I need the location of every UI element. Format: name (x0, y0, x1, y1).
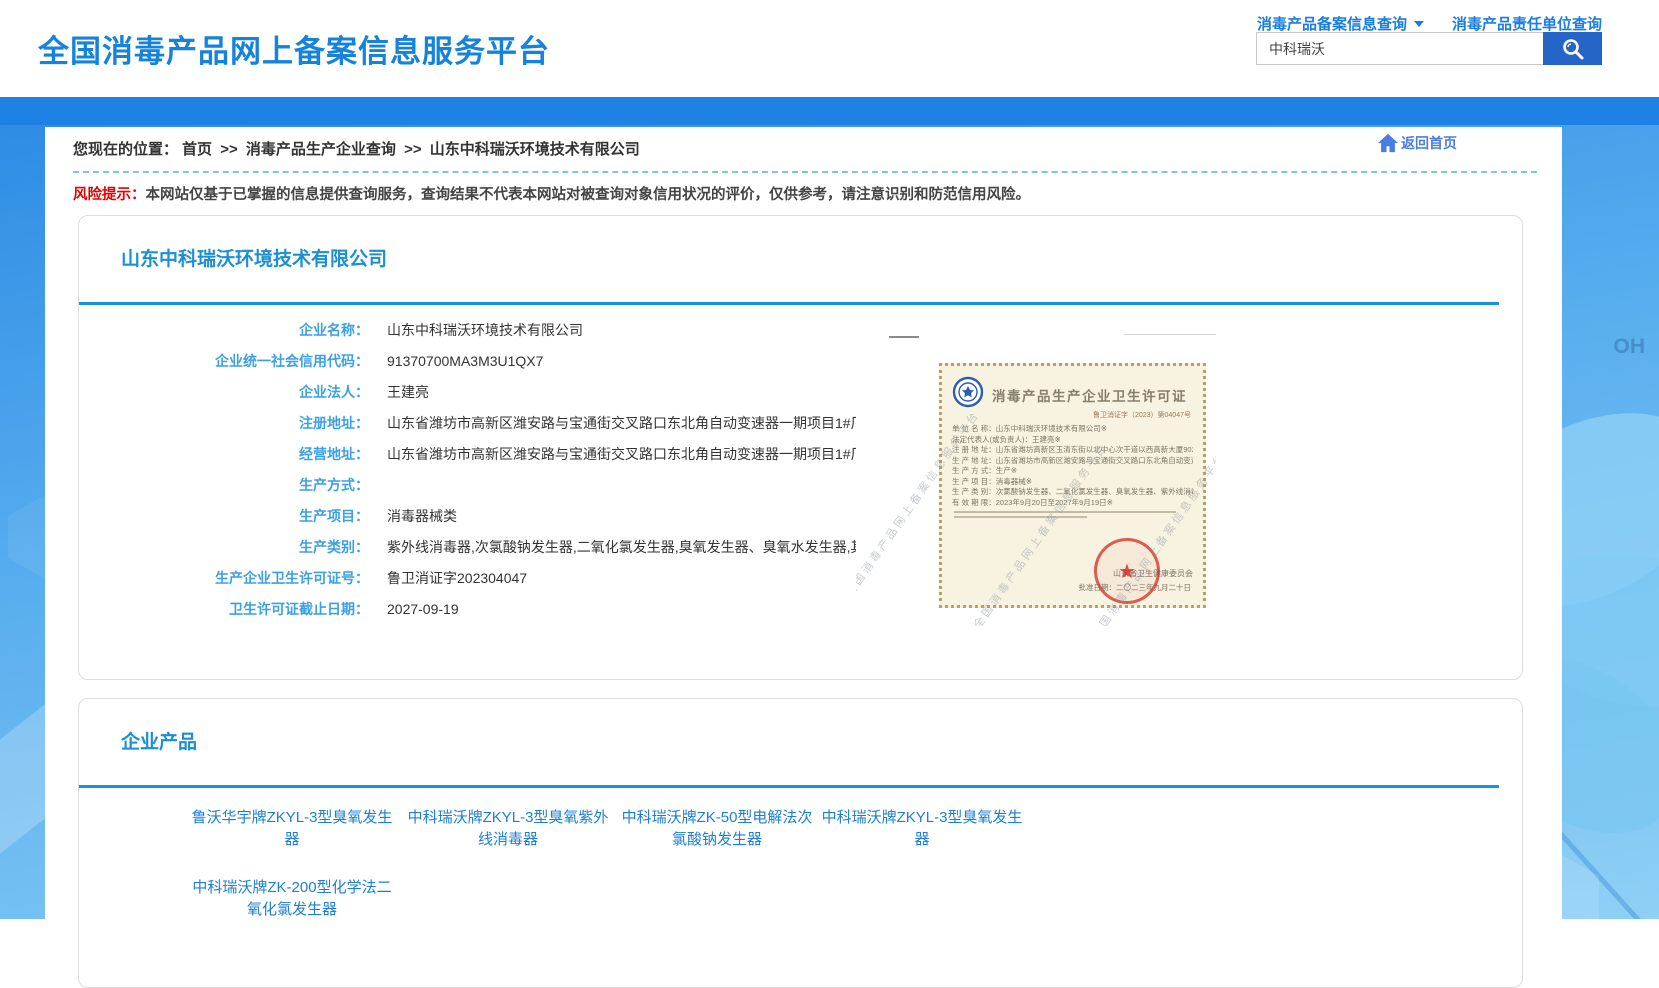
breadcrumb: 您现在的位置：首页 >> 消毒产品生产企业查询 >> 山东中科瑞沃环境技术有限公… (73, 138, 644, 159)
company-fields: 企业名称： 山东中科瑞沃环境技术有限公司 企业统一社会信用代码： 9137070… (79, 315, 1522, 625)
page-header: 全国消毒产品网上备案信息服务平台 消毒产品备案信息查询 消毒产品责任单位查询 (0, 0, 1659, 97)
certificate-line: 生 产 类 别：次氯酸钠发生器、二氧化氯发生器、臭氧发生器、紫外线消毒器※ (952, 487, 1193, 498)
field-row: 生产企业卫生许可证号： 鲁卫消证字202304047 (79, 563, 1522, 594)
field-row: 生产类别： 紫外线消毒器,次氯酸钠发生器,二氧化氯发生器,臭氧发生器、臭氧水发生… (79, 532, 1522, 563)
product-link[interactable]: 中科瑞沃牌ZKYL-3型臭氧发生器 (819, 807, 1025, 851)
certificate-line: 有 效 期 限：2023年9月20日至2027年9月19日※ (952, 498, 1193, 509)
certificate-line: 生 产 项 目：消毒器械※ (952, 477, 1193, 488)
field-row: 卫生许可证截止日期： 2027-09-19 (79, 594, 1522, 625)
field-row: 企业名称： 山东中科瑞沃环境技术有限公司 (79, 315, 1522, 346)
field-label: 注册地址： (79, 413, 369, 434)
risk-notice: 风险提示：本网站仅基于已掌握的信息提供查询服务，查询结果不代表本网站对被查询对象… (73, 183, 1030, 204)
field-row: 生产方式： (79, 470, 1522, 501)
back-home-link[interactable]: 返回首页 (1377, 133, 1457, 153)
breadcrumb-current: 山东中科瑞沃环境技术有限公司 (430, 141, 640, 158)
company-products-card: 企业产品 鲁沃华宇牌ZKYL-3型臭氧发生器 中科瑞沃牌ZKYL-3型臭氧紫外线… (78, 698, 1523, 988)
certificate-line: 法定代表人(或负责人)：王建亮※ (952, 435, 1193, 446)
certificate-fine-print (954, 511, 1176, 513)
breadcrumb-separator: >> (404, 141, 422, 158)
risk-notice-text: 本网站仅基于已掌握的信息提供查询服务，查询结果不代表本网站对被查询对象信用状况的… (146, 187, 1031, 203)
product-link[interactable]: 鲁沃华宇牌ZKYL-3型臭氧发生器 (186, 807, 398, 851)
certificate-line: 单 位 名 称：山东中科瑞沃环境技术有限公司※ (952, 424, 1193, 435)
field-row: 生产项目： 消毒器械类 (79, 501, 1522, 532)
company-info-card: 山东中科瑞沃环境技术有限公司 企业名称： 山东中科瑞沃环境技术有限公司 企业统一… (78, 215, 1523, 680)
field-label: 生产类别： (79, 537, 369, 558)
product-link[interactable]: 中科瑞沃牌ZKYL-3型臭氧紫外线消毒器 (401, 807, 615, 851)
main-content-panel: 您现在的位置：首页 >> 消毒产品生产企业查询 >> 山东中科瑞沃环境技术有限公… (45, 127, 1562, 919)
chevron-down-icon (1414, 21, 1424, 27)
certificate-line: 生 产 地 址：山东省潍坊市高新区潍安路与宝通街交叉路口东北角自动变速器一期项目… (952, 456, 1193, 467)
field-row: 企业统一社会信用代码： 91370700MA3M3U1QX7 (79, 346, 1522, 377)
breadcrumb-separator: >> (220, 141, 238, 158)
hygiene-license-certificate: 消毒产品生产企业卫生许可证 鲁卫消证字（2023）第04047号 单 位 名 称… (939, 363, 1206, 608)
site-title: 全国消毒产品网上备案信息服务平台 (38, 26, 550, 71)
field-value: 紫外线消毒器,次氯酸钠发生器,二氧化氯发生器,臭氧发生器、臭氧水发生器,其他器械… (387, 537, 935, 558)
product-link[interactable]: 中科瑞沃牌ZK-200型化学法二氧化氯发生器 (186, 877, 398, 921)
back-home-label: 返回首页 (1401, 133, 1457, 153)
field-value: 山东省潍坊市高新区潍安路与宝通街交叉路口东北角自动变速器一期项目1#厂房 (387, 413, 879, 434)
scan-artifact-dash (889, 336, 919, 338)
field-row: 企业法人： 王建亮 (79, 377, 1522, 408)
title-underline (79, 302, 1499, 305)
breadcrumb-home[interactable]: 首页 (182, 141, 212, 158)
license-certificate-image: 消毒产品生产企业卫生许可证 鲁卫消证字（2023）第04047号 单 位 名 称… (856, 319, 1216, 626)
certificate-number: 鲁卫消证字（2023）第04047号 (952, 410, 1191, 420)
field-value: 王建亮 (387, 382, 429, 403)
search-button[interactable] (1543, 32, 1602, 65)
field-value: 91370700MA3M3U1QX7 (387, 351, 543, 372)
field-value: 2027-09-19 (387, 599, 459, 620)
chemical-structure-decor: OH (1614, 335, 1646, 359)
field-row: 经营地址： 山东省潍坊市高新区潍安路与宝通街交叉路口东北角自动变速器一期项目1#… (79, 439, 1522, 470)
product-list: 鲁沃华宇牌ZKYL-3型臭氧发生器 中科瑞沃牌ZKYL-3型臭氧紫外线消毒器 中… (186, 807, 1025, 921)
nav-link-record-info-query[interactable]: 消毒产品备案信息查询 (1257, 13, 1424, 34)
title-underline (79, 785, 1499, 788)
field-label: 生产企业卫生许可证号： (79, 568, 369, 589)
certificate-line: 注 册 地 址：山东省潍坊高新区玉清东街以北中心次干道以西高新大厦902号科研※ (952, 445, 1193, 456)
search-input[interactable] (1256, 32, 1543, 65)
product-link[interactable]: 中科瑞沃牌ZK-50型电解法次氯酸钠发生器 (618, 807, 816, 851)
top-nav: 消毒产品备案信息查询 消毒产品责任单位查询 (1257, 13, 1602, 34)
official-red-seal: ★ (1094, 538, 1160, 604)
field-label: 企业统一社会信用代码： (79, 351, 369, 372)
certificate-fine-print (954, 516, 1087, 518)
company-title: 山东中科瑞沃环境技术有限公司 (121, 244, 387, 271)
nav-link-label: 消毒产品备案信息查询 (1257, 13, 1407, 34)
breadcrumb-enterprise-query[interactable]: 消毒产品生产企业查询 (246, 141, 396, 158)
search-bar (1256, 32, 1602, 65)
nav-link-responsible-unit-query[interactable]: 消毒产品责任单位查询 (1452, 13, 1602, 34)
field-label: 生产项目： (79, 506, 369, 527)
field-value: 鲁卫消证字202304047 (387, 568, 527, 589)
field-label: 卫生许可证截止日期： (79, 599, 369, 620)
field-value: 山东省潍坊市高新区潍安路与宝通街交叉路口东北角自动变速器一期项目1#厂房 (387, 444, 879, 465)
field-label: 企业法人： (79, 382, 369, 403)
field-value: 山东中科瑞沃环境技术有限公司 (387, 320, 583, 341)
field-label: 经营地址： (79, 444, 369, 465)
risk-notice-label: 风险提示： (73, 187, 146, 203)
nav-link-label: 消毒产品责任单位查询 (1452, 13, 1602, 34)
certificate-title: 消毒产品生产企业卫生许可证 (992, 385, 1187, 405)
home-icon (1377, 133, 1399, 153)
national-emblem-icon (952, 376, 984, 408)
field-label: 企业名称： (79, 320, 369, 341)
scan-artifact-line (1124, 334, 1216, 335)
breadcrumb-prefix: 您现在的位置： (73, 141, 178, 158)
field-label: 生产方式： (79, 475, 369, 496)
dashed-divider (73, 171, 1537, 173)
search-icon (1560, 36, 1586, 62)
field-row: 注册地址： 山东省潍坊市高新区潍安路与宝通街交叉路口东北角自动变速器一期项目1#… (79, 408, 1522, 439)
products-section-title: 企业产品 (121, 727, 197, 754)
header-band (0, 97, 1659, 125)
field-value: 消毒器械类 (387, 506, 457, 527)
certificate-line: 生 产 方 式：生产※ (952, 466, 1193, 477)
